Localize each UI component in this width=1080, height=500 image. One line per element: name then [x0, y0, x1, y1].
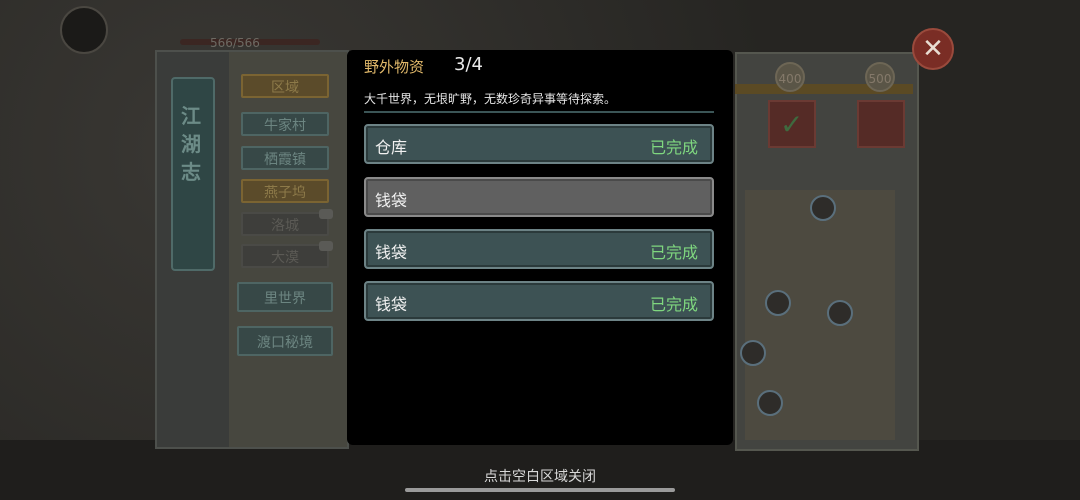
home-indicator[interactable] [405, 488, 675, 492]
npc-avatar[interactable] [827, 300, 853, 326]
player-hud: 566/566 [60, 6, 320, 54]
modal-count: 3/4 [454, 54, 483, 75]
journal-panel: 江湖志 区域 牛家村 栖霞镇 燕子坞 洛城 大漠 里世界 渡口秘境 [155, 50, 349, 449]
reward-box-claimed[interactable]: ✓ [768, 100, 816, 148]
npc-avatar[interactable] [757, 390, 783, 416]
supply-item-0[interactable]: 仓库 已完成 [364, 124, 714, 164]
divider [364, 111, 714, 113]
region-header: 区域 [241, 74, 329, 98]
region-button-3-label: 洛城 [271, 218, 299, 234]
hp-text: 566/566 [210, 36, 260, 50]
close-icon: ✕ [922, 34, 944, 64]
region-button-3[interactable]: 洛城 [241, 209, 333, 236]
supply-item-label: 钱袋 [375, 243, 408, 262]
npc-avatar[interactable] [765, 290, 791, 316]
supply-item-label: 仓库 [375, 138, 408, 157]
close-hint: 点击空白区域关闭 [484, 469, 596, 485]
special-button-0[interactable]: 里世界 [237, 282, 333, 312]
supply-item-label: 钱袋 [375, 295, 408, 314]
reward-box[interactable] [857, 100, 905, 148]
checkmark-icon: ✓ [780, 108, 804, 141]
supply-item-status: 已完成 [649, 295, 698, 314]
milestone-500: 500 [865, 62, 895, 92]
modal-description: 大千世界，无垠旷野，无数珍奇异事等待探索。 [364, 92, 617, 106]
lock-icon [319, 241, 333, 251]
wild-supplies-modal: 野外物资 3/4 大千世界，无垠旷野，无数珍奇异事等待探索。 仓库 已完成 钱袋… [347, 50, 733, 445]
journal-title: 江湖志 [181, 104, 201, 184]
supply-item-1[interactable]: 钱袋 [364, 177, 714, 217]
map-area[interactable] [740, 190, 895, 440]
milestone-400: 400 [775, 62, 805, 92]
modal-title: 野外物资 [364, 58, 425, 76]
region-button-4[interactable]: 大漠 [241, 241, 333, 268]
region-button-2[interactable]: 燕子坞 [241, 179, 329, 203]
close-button[interactable]: ✕ [912, 28, 954, 70]
lock-icon [319, 209, 333, 219]
supply-item-3[interactable]: 钱袋 已完成 [364, 281, 714, 321]
avatar [60, 6, 108, 54]
supply-item-label: 钱袋 [375, 191, 408, 210]
supply-item-status: 已完成 [649, 243, 698, 262]
supply-item-status: 已完成 [649, 138, 698, 157]
special-button-1[interactable]: 渡口秘境 [237, 326, 333, 356]
region-button-1[interactable]: 栖霞镇 [241, 146, 329, 170]
region-button-0[interactable]: 牛家村 [241, 112, 329, 136]
npc-avatar[interactable] [810, 195, 836, 221]
supply-item-2[interactable]: 钱袋 已完成 [364, 229, 714, 269]
npc-avatar[interactable] [740, 340, 766, 366]
region-button-4-label: 大漠 [271, 250, 299, 266]
